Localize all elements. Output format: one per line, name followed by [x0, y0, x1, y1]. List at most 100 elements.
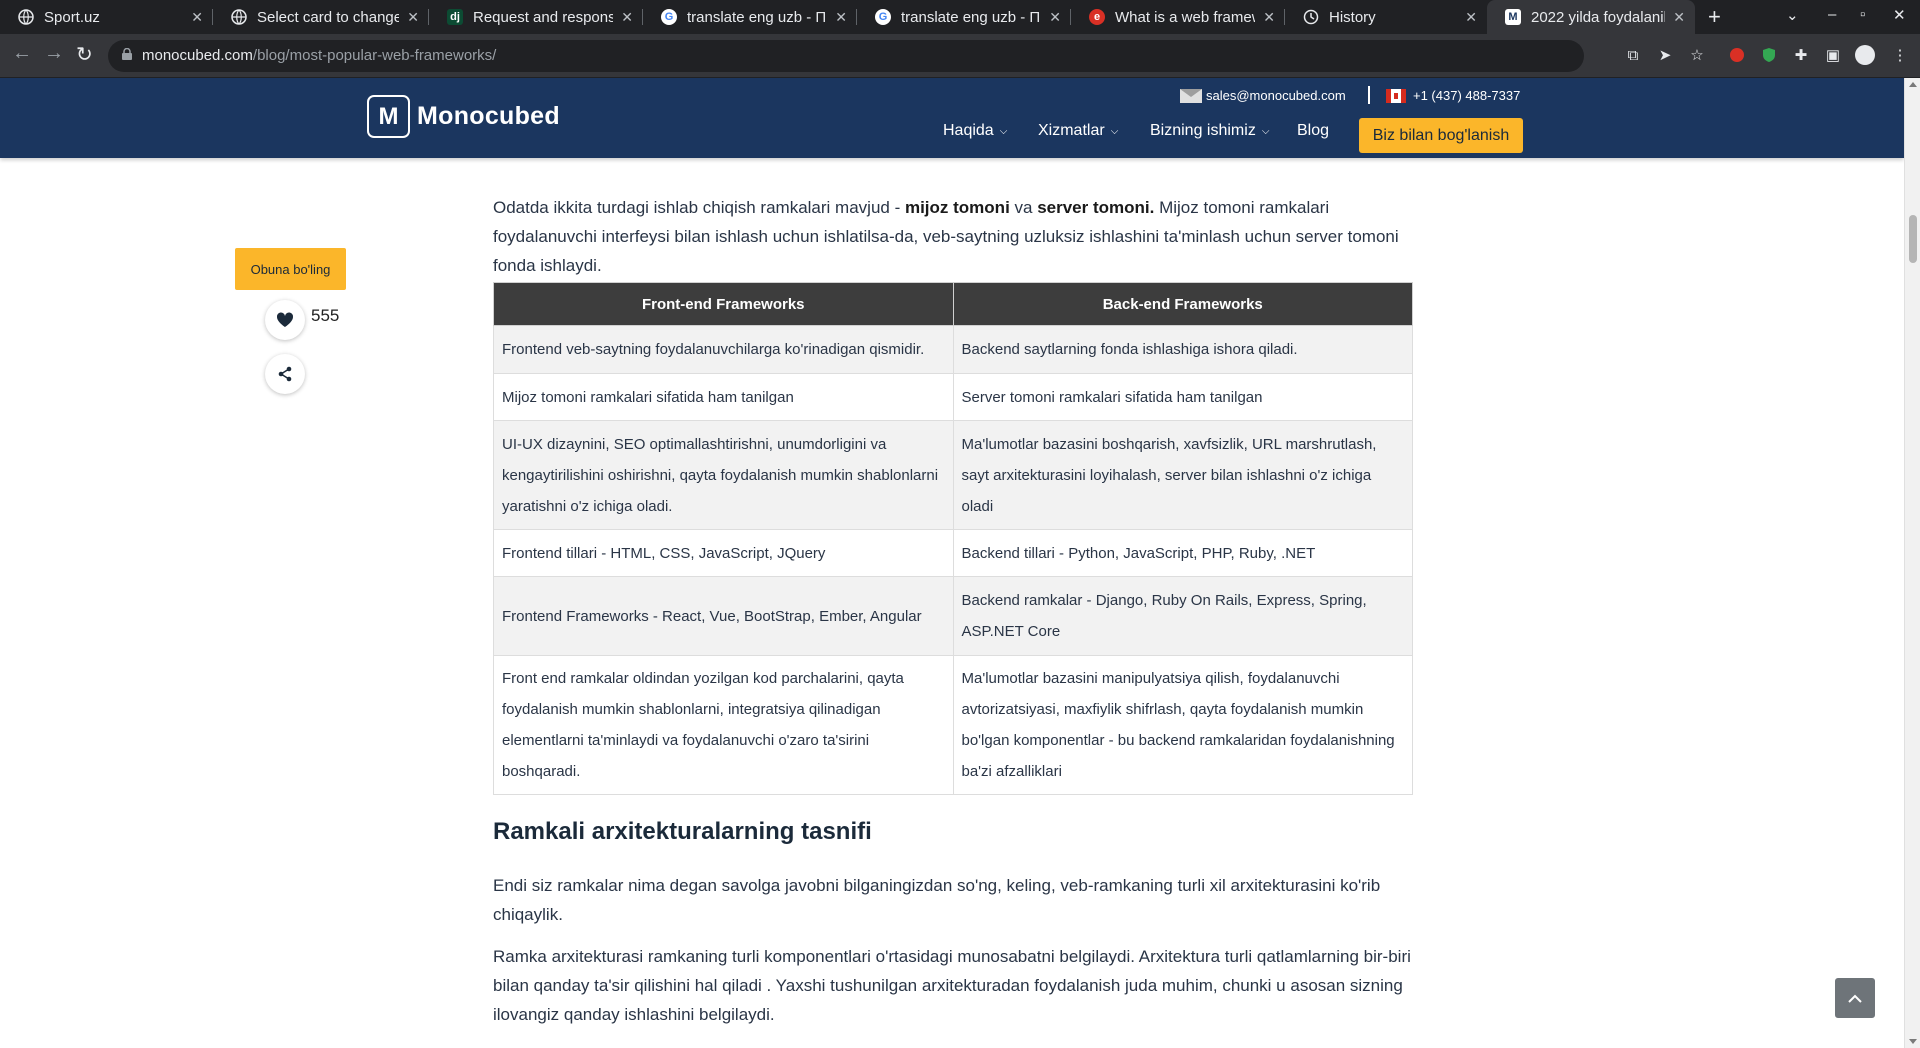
- tab-title: Select card to change: [257, 8, 400, 26]
- nav-item-bizning-ishimiz[interactable]: Bizning ishimiz ⌵: [1150, 122, 1269, 140]
- nav-item-blog[interactable]: Blog: [1297, 122, 1329, 140]
- menu-kebab-icon[interactable]: ⋮: [1890, 45, 1910, 65]
- share-button[interactable]: [265, 354, 305, 394]
- section-heading: Ramkali arxitekturalarning tasnifi: [493, 818, 872, 845]
- close-icon[interactable]: ✕: [1255, 9, 1275, 26]
- tab-title: translate eng uzb - П: [687, 8, 827, 26]
- globe-icon: [231, 9, 247, 25]
- like-button[interactable]: [265, 300, 305, 340]
- table-header-cell: Front-end Frameworks: [493, 282, 954, 326]
- nav-item-xizmatlar[interactable]: Xizmatlar ⌵: [1038, 122, 1118, 140]
- site-header: M Monocubed sales@monocubed.com +1 (437)…: [0, 78, 1904, 158]
- mail-icon: [1180, 88, 1202, 103]
- logo-text: Monocubed: [417, 102, 560, 130]
- close-icon[interactable]: ✕: [827, 9, 847, 26]
- send-icon[interactable]: ➤: [1655, 45, 1675, 65]
- tab-title: History: [1329, 8, 1376, 26]
- scroll-down-arrow-icon[interactable]: [1909, 1039, 1917, 1044]
- phone-text: +1 (437) 488-7337: [1413, 88, 1521, 103]
- browser-tab[interactable]: G translate eng uzb - П ✕: [643, 0, 857, 34]
- close-icon[interactable]: ✕: [399, 9, 419, 26]
- profile-avatar-icon[interactable]: [1855, 45, 1875, 65]
- lock-icon: [122, 48, 132, 60]
- subscribe-button[interactable]: Obuna bo'ling: [235, 248, 346, 290]
- browser-tab[interactable]: e What is a web framew ✕: [1071, 0, 1285, 34]
- table-cell: Frontend veb-saytning foydalanuvchilarga…: [493, 325, 954, 374]
- table-cell: Ma'lumotlar bazasini manipulyatsiya qili…: [952, 655, 1413, 795]
- browser-tab[interactable]: Select card to change ✕: [213, 0, 429, 34]
- extension-red-icon[interactable]: [1727, 45, 1747, 65]
- maximize-icon[interactable]: ▫: [1860, 6, 1865, 23]
- table-row: Frontend Frameworks - React, Vue, BootSt…: [493, 576, 1413, 656]
- contact-us-button[interactable]: Biz bilan bog'lanish: [1359, 118, 1523, 153]
- body-paragraph: Endi siz ramkalar nima degan savolga jav…: [493, 876, 1381, 924]
- bookmark-star-icon[interactable]: ☆: [1687, 45, 1707, 65]
- contact-email[interactable]: sales@monocubed.com: [1180, 88, 1346, 103]
- close-icon[interactable]: ✕: [183, 9, 203, 26]
- share-icon: [278, 366, 292, 382]
- nav-label: Bizning ishimiz: [1150, 122, 1256, 139]
- close-icon[interactable]: ✕: [613, 9, 633, 26]
- scroll-up-arrow-icon[interactable]: [1909, 82, 1917, 87]
- tab-title: 2022 yilda foydalanil: [1531, 8, 1666, 26]
- history-icon: [1303, 9, 1319, 25]
- browser-tab[interactable]: Sport.uz ✕: [0, 0, 213, 34]
- reload-icon[interactable]: ↻: [76, 42, 93, 67]
- tab-search-chevron-icon[interactable]: ⌄: [1786, 6, 1799, 24]
- table-cell: Backend ramkalar - Django, Ruby On Rails…: [952, 576, 1413, 656]
- url-host: monocubed.com: [142, 47, 253, 64]
- close-icon[interactable]: ✕: [1665, 9, 1685, 26]
- browser-tab[interactable]: History ✕: [1285, 0, 1487, 34]
- browser-tab[interactable]: G translate eng uzb - П ✕: [857, 0, 1071, 34]
- intro-text: Odatda ikkita turdagi ishlab chiqish ram…: [493, 198, 905, 217]
- django-icon: dj: [447, 9, 463, 25]
- frameworks-comparison-table: Front-end Frameworks Back-end Frameworks…: [493, 282, 1413, 795]
- table-row: UI-UX dizaynini, SEO optimallashtirishni…: [493, 420, 1413, 530]
- table-row: Front end ramkalar oldindan yozilgan kod…: [493, 655, 1413, 795]
- intro-bold-server: server tomoni.: [1037, 198, 1155, 217]
- globe-icon: [18, 9, 34, 25]
- page-scrollbar[interactable]: [1904, 78, 1920, 1048]
- chevron-down-icon: ⌵: [1110, 125, 1119, 137]
- contact-phone[interactable]: +1 (437) 488-7337: [1386, 88, 1520, 103]
- back-to-top-button[interactable]: [1835, 978, 1875, 1018]
- back-arrow-icon[interactable]: ←: [12, 42, 32, 65]
- minimize-icon[interactable]: –: [1828, 6, 1836, 23]
- browser-tab[interactable]: dj Request and response ✕: [429, 0, 643, 34]
- nav-label: Blog: [1297, 122, 1330, 139]
- tab-title: Request and response: [473, 8, 614, 26]
- tab-title: translate eng uzb - П: [901, 8, 1041, 26]
- table-cell: Front end ramkalar oldindan yozilgan kod…: [493, 655, 954, 795]
- extension-shield-icon[interactable]: [1759, 45, 1779, 65]
- intro-paragraph: Odatda ikkita turdagi ishlab chiqish ram…: [493, 193, 1414, 280]
- browser-tab-strip: Sport.uz ✕ Select card to change ✕ dj Re…: [0, 0, 1920, 34]
- email-text: sales@monocubed.com: [1206, 88, 1346, 103]
- contact-divider: [1368, 86, 1370, 104]
- close-icon[interactable]: ✕: [1041, 9, 1061, 26]
- chevron-down-icon: ⌵: [1261, 125, 1270, 137]
- puzzle-icon[interactable]: ✚: [1791, 45, 1811, 65]
- logo-mark: M: [367, 95, 410, 138]
- url-path: /blog/most-popular-web-frameworks/: [252, 47, 497, 64]
- browser-tab-active[interactable]: M 2022 yilda foydalanil ✕: [1487, 0, 1695, 34]
- translate-icon[interactable]: ⧉: [1623, 45, 1643, 65]
- scrollbar-thumb[interactable]: [1909, 215, 1917, 263]
- browser-toolbar: ← → ↻ monocubed.com/blog/most-popular-we…: [0, 34, 1920, 78]
- monocubed-favicon: M: [1505, 9, 1521, 25]
- site-logo[interactable]: M Monocubed: [367, 95, 560, 138]
- canada-flag-icon: [1386, 88, 1406, 103]
- e-site-icon: e: [1089, 9, 1105, 25]
- like-count: 555: [311, 306, 340, 325]
- nav-label: Xizmatlar: [1038, 122, 1105, 139]
- address-bar[interactable]: monocubed.com/blog/most-popular-web-fram…: [108, 40, 1584, 72]
- close-icon[interactable]: ✕: [1457, 9, 1477, 26]
- new-tab-button[interactable]: +: [1708, 4, 1721, 30]
- body-paragraph: Ramka arxitekturasi ramkaning turli komp…: [493, 947, 1411, 1024]
- intro-text: va: [1009, 198, 1038, 217]
- forward-arrow-icon[interactable]: →: [44, 42, 64, 65]
- window-close-icon[interactable]: ✕: [1893, 6, 1906, 24]
- side-panel-icon[interactable]: ▣: [1823, 45, 1843, 65]
- chevron-up-icon: [1848, 994, 1862, 1003]
- table-cell: Backend tillari - Python, JavaScript, PH…: [952, 529, 1413, 577]
- nav-item-haqida[interactable]: Haqida ⌵: [943, 122, 1007, 140]
